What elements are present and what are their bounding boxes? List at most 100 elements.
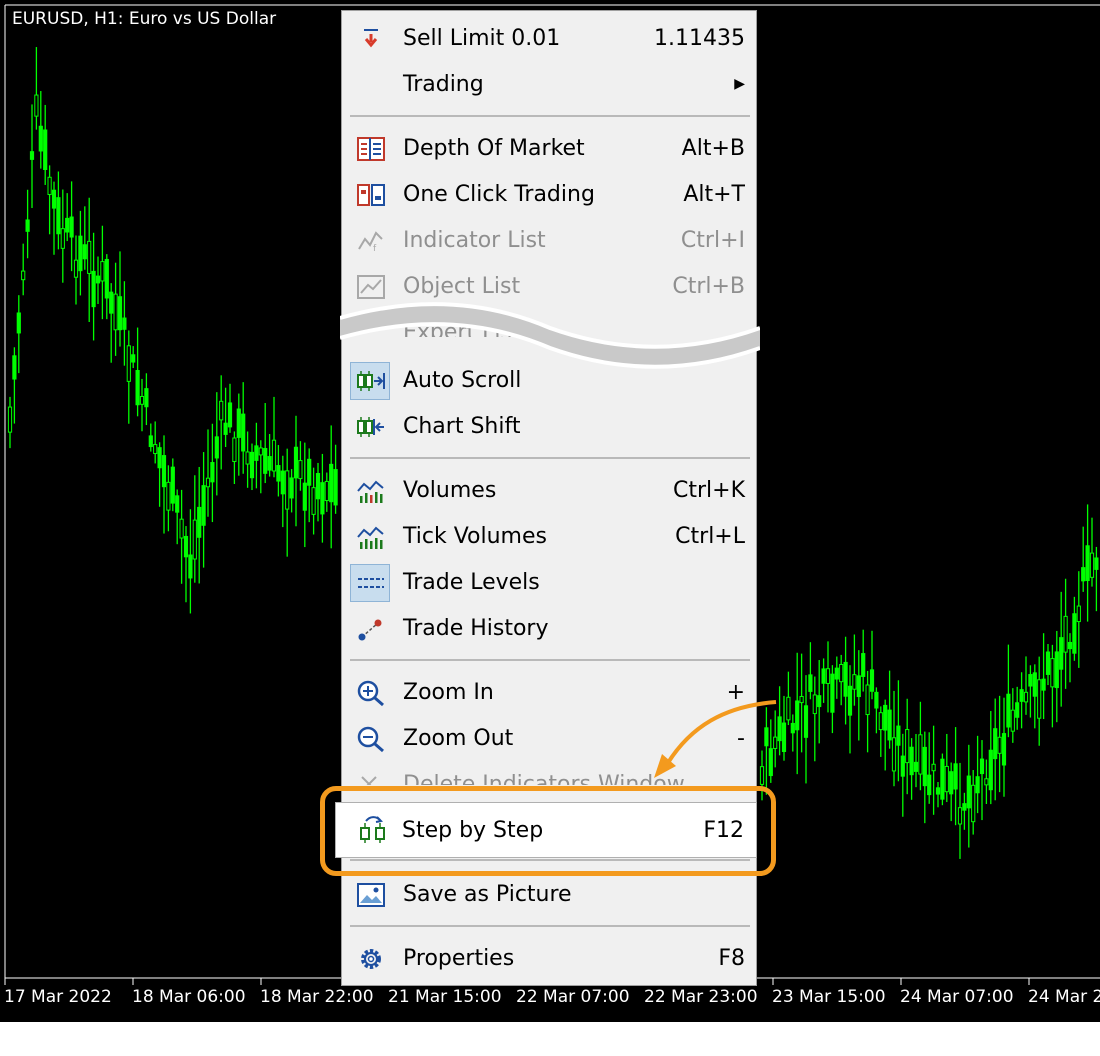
candle-body <box>21 270 26 281</box>
candle-body <box>803 705 809 738</box>
candle-body <box>971 784 976 823</box>
trade-history-label: Trade History <box>403 616 549 641</box>
candle-body <box>12 355 17 380</box>
candle-body <box>1063 615 1068 653</box>
candle-body <box>1019 689 1024 702</box>
indicator-list-icon: f <box>356 227 386 255</box>
candle-body <box>47 176 52 196</box>
candle-body <box>878 712 883 731</box>
candle-body <box>179 518 184 539</box>
candle-body <box>953 763 958 790</box>
candle-body <box>29 151 35 160</box>
candle-body <box>276 465 281 482</box>
candle-body <box>293 446 299 479</box>
menu-item-tick-volumes[interactable]: Tick Volumes Ctrl+L <box>342 515 756 559</box>
zoom-in-icon <box>356 679 386 707</box>
candle-body <box>117 296 123 331</box>
one-click-trading-shortcut: Alt+T <box>683 182 745 207</box>
trading-label: Trading <box>403 72 484 97</box>
depth-of-market-shortcut: Alt+B <box>681 136 745 161</box>
candle-body <box>834 667 839 680</box>
zoom-out-label: Zoom Out <box>403 726 514 751</box>
menu-item-trade-levels[interactable]: Trade Levels <box>342 561 756 605</box>
candle-body <box>843 661 848 697</box>
candle-body <box>874 691 879 709</box>
one-click-trading-label: One Click Trading <box>403 182 595 207</box>
candle-body <box>100 261 105 282</box>
object-list-label: Object List <box>403 274 521 299</box>
zoom-out-icon <box>356 725 386 753</box>
menu-separator <box>350 457 750 459</box>
candle-body <box>905 729 910 764</box>
candle-body <box>1081 567 1086 582</box>
candle-body <box>135 370 140 406</box>
candle-body <box>7 406 13 433</box>
candle-body <box>280 470 285 495</box>
candle-body <box>975 776 980 794</box>
menu-item-chart-shift[interactable]: Chart Shift <box>342 405 756 449</box>
candle-body <box>25 219 30 232</box>
candle-body <box>109 291 114 314</box>
candle-body <box>267 456 272 471</box>
candle-body <box>1089 552 1095 578</box>
chart-title: EURUSD, H1: Euro vs US Dollar <box>12 9 277 29</box>
menu-item-volumes[interactable]: Volumes Ctrl+K <box>342 469 756 513</box>
menu-item-save-as-picture[interactable]: Save as Picture <box>342 873 756 917</box>
candle-body <box>1041 678 1046 691</box>
time-label: 23 Mar 15:00 <box>772 987 886 1007</box>
candle-body <box>966 775 971 809</box>
candle-body <box>856 675 861 698</box>
candle-body <box>51 189 57 209</box>
candle-body <box>263 448 268 474</box>
candle-body <box>988 749 993 791</box>
candle-body <box>139 396 145 405</box>
candle-body <box>1015 702 1020 718</box>
candle-body <box>82 244 87 260</box>
candle-body <box>157 447 162 469</box>
menu-item-step-by-step[interactable]: Step by Step F12 <box>335 802 757 858</box>
candle-body <box>249 451 255 479</box>
candle-body <box>227 402 233 428</box>
sell-limit-label: Sell Limit 0.01 <box>403 26 561 51</box>
sell-arrow-icon <box>356 25 386 53</box>
menu-item-depth-of-market[interactable]: Depth Of Market Alt+B <box>342 127 756 171</box>
menu-item-indicator-list[interactable]: f Indicator List Ctrl+I <box>342 219 756 263</box>
depth-of-market-icon <box>356 135 386 163</box>
menu-item-one-click-trading[interactable]: One Click Trading Alt+T <box>342 173 756 217</box>
menu-item-trading[interactable]: Trading ▶ <box>342 63 756 107</box>
candle-body <box>931 763 936 772</box>
candle-body <box>214 436 219 459</box>
candle-body <box>891 737 897 772</box>
candle-body <box>223 422 228 435</box>
candle-body <box>1054 651 1059 689</box>
menu-item-properties[interactable]: Properties F8 <box>342 937 756 981</box>
indicator-list-label: Indicator List <box>403 228 546 253</box>
candle-body <box>113 293 118 331</box>
candle-body <box>940 758 945 800</box>
candle-body <box>320 482 325 515</box>
candle-body <box>166 481 171 511</box>
candle-body <box>126 345 131 382</box>
picture-icon <box>356 881 386 909</box>
candle-body <box>918 734 923 775</box>
candle-body <box>298 460 303 480</box>
candle-body <box>869 669 875 692</box>
candle-body <box>205 477 211 488</box>
step-by-step-icon <box>358 815 388 845</box>
sell-limit-value: 1.11435 <box>654 26 745 51</box>
one-click-trading-icon <box>356 181 386 209</box>
candle-body <box>825 668 831 684</box>
menu-item-sell-limit[interactable]: Sell Limit 0.01 1.11435 <box>342 17 756 61</box>
time-label: 22 Mar 23:00 <box>644 987 758 1007</box>
candle-body <box>1006 693 1011 728</box>
candle-body <box>997 736 1002 754</box>
time-label: 18 Mar 06:00 <box>132 987 246 1007</box>
candle-body <box>87 240 92 274</box>
candle-body <box>900 755 905 777</box>
candle-body <box>957 807 963 825</box>
candle-body <box>56 197 61 235</box>
candle-body <box>1010 709 1015 732</box>
candle-body <box>913 761 919 772</box>
candle-body <box>993 728 998 760</box>
menu-item-trade-history[interactable]: Trade History <box>342 607 756 651</box>
